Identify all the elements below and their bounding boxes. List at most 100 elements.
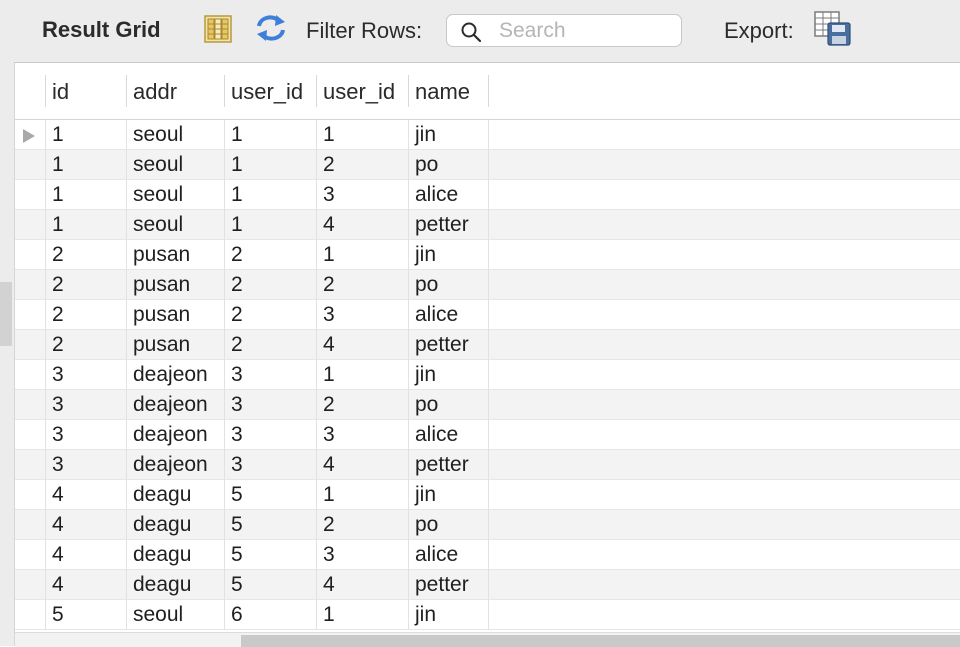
table-cell[interactable]: po: [409, 510, 489, 540]
table-cell[interactable]: 6: [225, 600, 317, 630]
table-cell[interactable]: 2: [46, 240, 127, 270]
table-row[interactable]: 2 pusan 2 3 alice: [15, 300, 960, 330]
search-box[interactable]: [446, 14, 682, 47]
table-cell[interactable]: seoul: [127, 600, 225, 630]
table-cell[interactable]: pusan: [127, 270, 225, 300]
row-selector[interactable]: [15, 510, 46, 540]
table-cell[interactable]: 3: [317, 420, 409, 450]
table-row[interactable]: 2 pusan 2 2 po: [15, 270, 960, 300]
table-cell[interactable]: 3: [225, 450, 317, 480]
export-button[interactable]: [814, 11, 852, 52]
table-cell[interactable]: alice: [409, 420, 489, 450]
table-cell[interactable]: 5: [225, 510, 317, 540]
table-cell[interactable]: 3: [46, 420, 127, 450]
table-cell[interactable]: deagu: [127, 540, 225, 570]
table-cell[interactable]: 1: [225, 180, 317, 210]
table-row[interactable]: 3 deajeon 3 1 jin: [15, 360, 960, 390]
table-row[interactable]: 1 seoul 1 3 alice: [15, 180, 960, 210]
table-cell[interactable]: 5: [225, 480, 317, 510]
table-row[interactable]: 5 seoul 6 1 jin: [15, 600, 960, 630]
row-selector[interactable]: [15, 390, 46, 420]
table-cell[interactable]: 2: [317, 390, 409, 420]
table-cell[interactable]: 1: [317, 360, 409, 390]
table-cell[interactable]: jin: [409, 240, 489, 270]
table-cell[interactable]: 3: [46, 360, 127, 390]
table-row[interactable]: 4 deagu 5 1 jin: [15, 480, 960, 510]
table-cell[interactable]: 2: [46, 270, 127, 300]
row-selector[interactable]: [15, 570, 46, 600]
table-row[interactable]: 1 seoul 1 2 po: [15, 150, 960, 180]
table-cell[interactable]: jin: [409, 480, 489, 510]
row-selector[interactable]: [15, 540, 46, 570]
row-selector[interactable]: [15, 240, 46, 270]
table-cell[interactable]: 1: [46, 180, 127, 210]
table-cell[interactable]: pusan: [127, 240, 225, 270]
table-cell[interactable]: 1: [225, 120, 317, 150]
row-selector[interactable]: [15, 120, 46, 150]
row-selector[interactable]: [15, 300, 46, 330]
table-cell[interactable]: alice: [409, 300, 489, 330]
row-selector[interactable]: [15, 360, 46, 390]
table-cell[interactable]: jin: [409, 360, 489, 390]
row-selector[interactable]: [15, 480, 46, 510]
table-cell[interactable]: pusan: [127, 300, 225, 330]
table-cell[interactable]: deajeon: [127, 360, 225, 390]
table-cell[interactable]: 2: [46, 330, 127, 360]
table-row[interactable]: 4 deagu 5 2 po: [15, 510, 960, 540]
table-cell[interactable]: 4: [317, 570, 409, 600]
table-cell[interactable]: 4: [46, 510, 127, 540]
table-cell[interactable]: jin: [409, 120, 489, 150]
table-cell[interactable]: deajeon: [127, 390, 225, 420]
table-cell[interactable]: 1: [225, 210, 317, 240]
table-cell[interactable]: alice: [409, 540, 489, 570]
table-row[interactable]: 3 deajeon 3 2 po: [15, 390, 960, 420]
table-cell[interactable]: po: [409, 150, 489, 180]
table-cell[interactable]: jin: [409, 600, 489, 630]
table-cell[interactable]: 3: [317, 300, 409, 330]
table-cell[interactable]: 2: [317, 150, 409, 180]
table-cell[interactable]: 1: [317, 240, 409, 270]
row-selector[interactable]: [15, 270, 46, 300]
table-cell[interactable]: po: [409, 270, 489, 300]
table-cell[interactable]: 1: [46, 210, 127, 240]
column-header-user-id-2[interactable]: user_id: [317, 63, 409, 119]
table-cell[interactable]: 3: [46, 450, 127, 480]
row-selector[interactable]: [15, 600, 46, 630]
table-cell[interactable]: seoul: [127, 210, 225, 240]
table-cell[interactable]: 3: [46, 390, 127, 420]
table-cell[interactable]: seoul: [127, 120, 225, 150]
table-cell[interactable]: 3: [317, 540, 409, 570]
table-cell[interactable]: 1: [317, 600, 409, 630]
row-selector[interactable]: [15, 180, 46, 210]
table-cell[interactable]: petter: [409, 210, 489, 240]
table-cell[interactable]: alice: [409, 180, 489, 210]
refresh-button[interactable]: [254, 12, 288, 49]
table-cell[interactable]: deagu: [127, 510, 225, 540]
table-cell[interactable]: petter: [409, 570, 489, 600]
table-row[interactable]: 3 deajeon 3 4 petter: [15, 450, 960, 480]
table-cell[interactable]: deajeon: [127, 450, 225, 480]
columns-toggle-button[interactable]: [204, 14, 232, 49]
table-row[interactable]: 3 deajeon 3 3 alice: [15, 420, 960, 450]
table-row[interactable]: 4 deagu 5 4 petter: [15, 570, 960, 600]
row-selector[interactable]: [15, 450, 46, 480]
table-cell[interactable]: 4: [317, 450, 409, 480]
search-input[interactable]: [499, 19, 675, 43]
column-header-name[interactable]: name: [409, 63, 489, 119]
table-cell[interactable]: seoul: [127, 180, 225, 210]
table-cell[interactable]: petter: [409, 450, 489, 480]
row-selector[interactable]: [15, 150, 46, 180]
table-cell[interactable]: 1: [317, 120, 409, 150]
table-cell[interactable]: petter: [409, 330, 489, 360]
table-cell[interactable]: 4: [317, 330, 409, 360]
table-cell[interactable]: 2: [225, 300, 317, 330]
table-row[interactable]: 4 deagu 5 3 alice: [15, 540, 960, 570]
table-cell[interactable]: 1: [225, 150, 317, 180]
table-cell[interactable]: 2: [317, 510, 409, 540]
table-row[interactable]: 2 pusan 2 4 petter: [15, 330, 960, 360]
horizontal-scrollbar-thumb[interactable]: [241, 635, 960, 647]
table-cell[interactable]: 1: [317, 480, 409, 510]
table-cell[interactable]: 5: [225, 540, 317, 570]
table-cell[interactable]: pusan: [127, 330, 225, 360]
table-cell[interactable]: seoul: [127, 150, 225, 180]
